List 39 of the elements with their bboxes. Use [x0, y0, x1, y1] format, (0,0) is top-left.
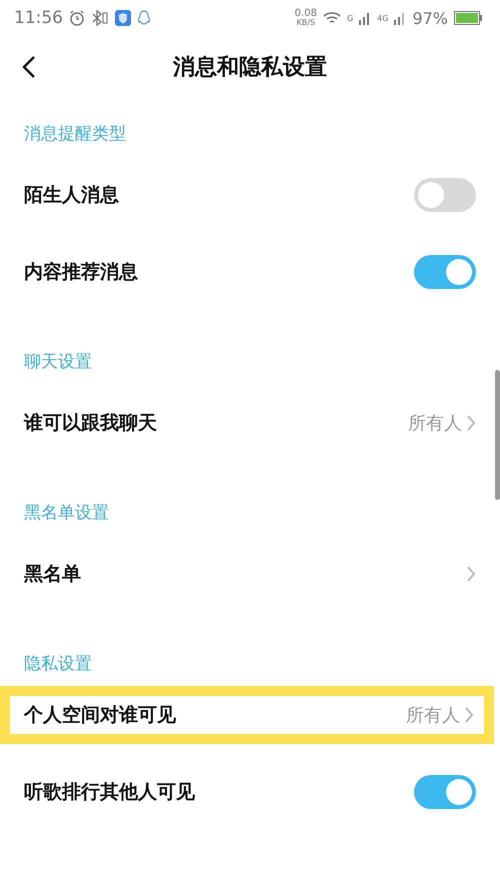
signal-icon — [359, 11, 372, 25]
battery-icon — [454, 11, 482, 25]
shield-app-icon — [115, 10, 131, 26]
chevron-right-icon — [464, 706, 474, 724]
toggle-switch[interactable] — [414, 254, 476, 288]
sim-label: 4G — [377, 14, 388, 22]
setting-value: 所有人 — [406, 704, 460, 727]
sim-label: G — [346, 14, 354, 22]
status-time: 11:56 — [14, 8, 63, 28]
toggle-switch[interactable] — [414, 775, 476, 809]
setting-label: 陌生人消息 — [24, 182, 119, 208]
network-speed: 0.08 — [294, 9, 317, 19]
setting-label: 黑名单 — [24, 562, 81, 586]
setting-label: 个人空间对谁可见 — [24, 703, 176, 728]
setting-row[interactable]: 谁可以跟我聊天 所有人 — [0, 384, 494, 461]
setting-label: 听歌排行其他人可见 — [24, 780, 195, 805]
setting-label: 内容推荐消息 — [24, 260, 138, 284]
battery-percent: 97% — [412, 8, 448, 28]
setting-value: 所有人 — [408, 412, 462, 434]
signal-icon — [394, 11, 406, 25]
chevron-right-icon — [466, 564, 476, 582]
section-title: 聊天设置 — [23, 350, 93, 374]
setting-row[interactable]: 陌生人消息 — [0, 156, 494, 233]
section-title: 隐私设置 — [23, 652, 93, 676]
chevron-right-icon — [466, 414, 476, 432]
setting-row[interactable]: 听歌排行其他人可见 — [0, 754, 494, 830]
highlighted-setting-row[interactable]: 个人空间对谁可见 所有人 — [0, 686, 494, 744]
speed-unit: KB/S — [296, 19, 316, 27]
toggle-switch[interactable] — [414, 178, 476, 212]
wifi-icon — [322, 11, 341, 25]
bluetooth-icon — [91, 10, 109, 26]
setting-row[interactable]: 内容推荐消息 — [0, 233, 494, 310]
page-title: 消息和隐私设置 — [173, 54, 327, 82]
alarm-clock-icon — [69, 10, 85, 26]
penguin-icon — [137, 10, 151, 26]
setting-row[interactable]: 黑名单 — [0, 535, 494, 612]
setting-label: 谁可以跟我聊天 — [24, 410, 157, 436]
section-title: 黑名单设置 — [23, 502, 110, 524]
section-title: 消息提醒类型 — [23, 122, 127, 146]
